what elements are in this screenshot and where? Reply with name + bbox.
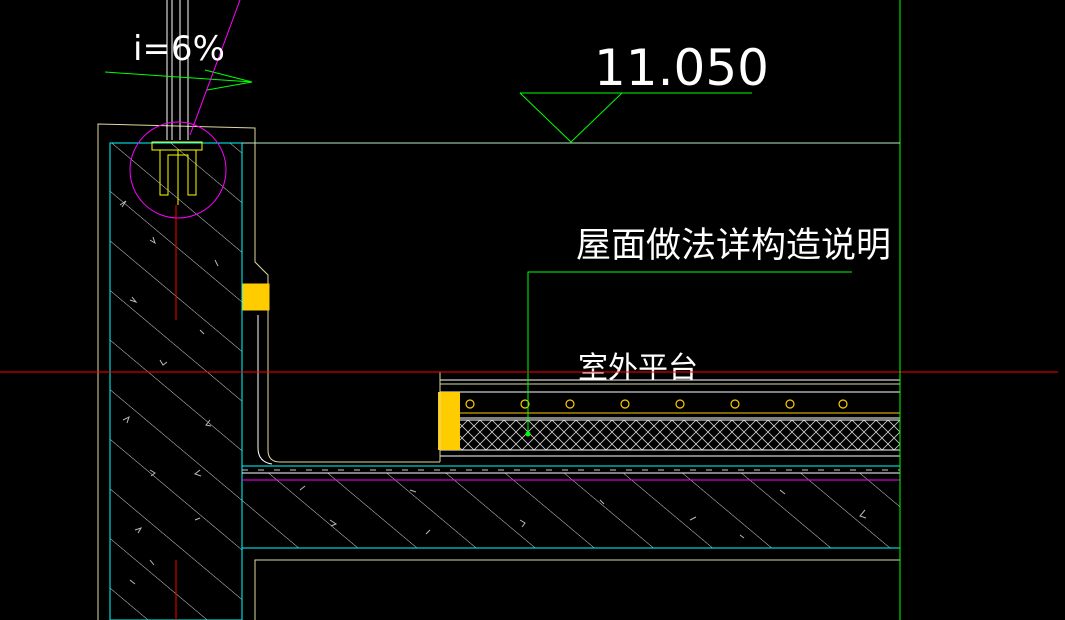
waterproof-upturn: [241, 143, 440, 466]
concrete-slab: [242, 465, 900, 549]
room-outline: [254, 559, 900, 620]
elevation-label: 11.050: [594, 39, 769, 97]
callout-title: 屋面做法详构造说明: [576, 226, 891, 266]
elevation-symbol: [519, 92, 752, 143]
cad-drawing-canvas[interactable]: i=6% 11.050 屋面做法详构造说明 室外平台: [0, 0, 1065, 620]
slope-label: i=6%: [133, 29, 225, 69]
area-label: 室外平台: [578, 351, 698, 386]
